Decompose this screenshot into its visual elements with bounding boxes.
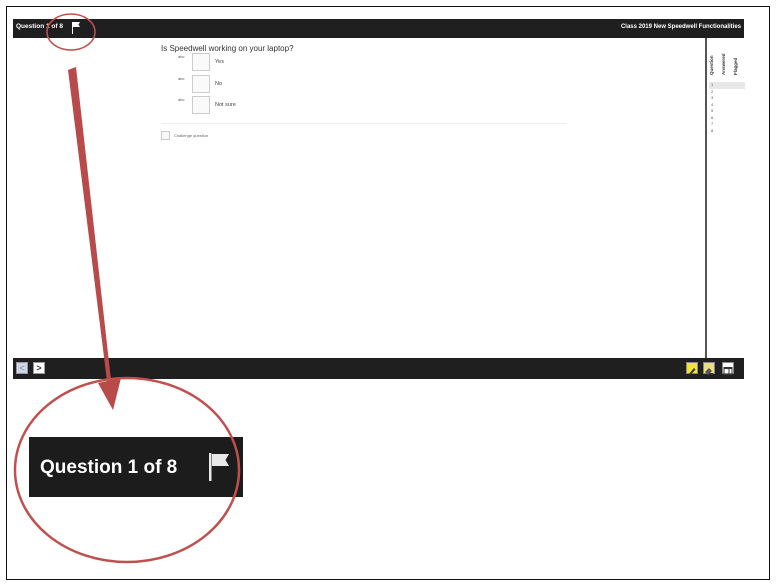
option-label: No: [215, 81, 223, 87]
flag-icon[interactable]: [71, 22, 81, 34]
zoomed-question-counter-text: Question 1 of 8: [40, 457, 178, 478]
column-header-question: Question: [709, 55, 714, 75]
divider: [161, 123, 567, 124]
previous-question-button[interactable]: <: [16, 362, 28, 374]
question-counter: Question 1 of 8: [16, 23, 63, 30]
question-status-panel: Question Answered Flagged 1 2 3 4 5 6 7 …: [705, 38, 745, 358]
option-checkbox[interactable]: [192, 75, 210, 93]
exam-app-window: Question 1 of 8 Class 2019 New Speedwell…: [13, 19, 745, 379]
challenge-label: Challenge question: [174, 133, 209, 138]
top-bar: Question 1 of 8 Class 2019 New Speedwell…: [13, 19, 744, 38]
question-list: 1 2 3 4 5 6 7 8: [709, 82, 745, 134]
bottom-toolbar: < >: [13, 358, 744, 379]
answer-option-no[interactable]: abc No: [163, 75, 283, 95]
option-code: abc: [178, 76, 185, 81]
option-checkbox[interactable]: [192, 96, 210, 114]
column-header-flagged: Flagged: [733, 57, 738, 75]
challenge-question-toggle[interactable]: Challenge question: [161, 131, 281, 143]
zoomed-question-counter: Question 1 of 8: [29, 437, 243, 497]
question-area: Is Speedwell working on your laptop? abc…: [13, 38, 705, 358]
option-code: abc: [178, 97, 185, 102]
panel-toggle-icon[interactable]: [722, 362, 734, 375]
option-checkbox[interactable]: [192, 53, 210, 71]
column-header-answered: Answered: [721, 53, 726, 75]
option-label: Not sure: [215, 102, 236, 108]
highlighter-icon[interactable]: [686, 362, 698, 375]
exam-title: Class 2019 New Speedwell Functionalities: [620, 24, 741, 30]
answer-option-yes[interactable]: abc Yes: [163, 53, 283, 73]
zoomed-flag-icon: [209, 453, 229, 481]
challenge-checkbox[interactable]: [161, 131, 170, 140]
answer-option-not-sure[interactable]: abc Not sure: [163, 96, 283, 116]
option-label: Yes: [215, 59, 224, 65]
question-text: Is Speedwell working on your laptop?: [161, 44, 294, 53]
eraser-icon[interactable]: [703, 362, 715, 375]
question-row[interactable]: 8: [709, 128, 745, 135]
option-code: abc: [178, 54, 185, 59]
next-question-button[interactable]: >: [33, 362, 45, 374]
